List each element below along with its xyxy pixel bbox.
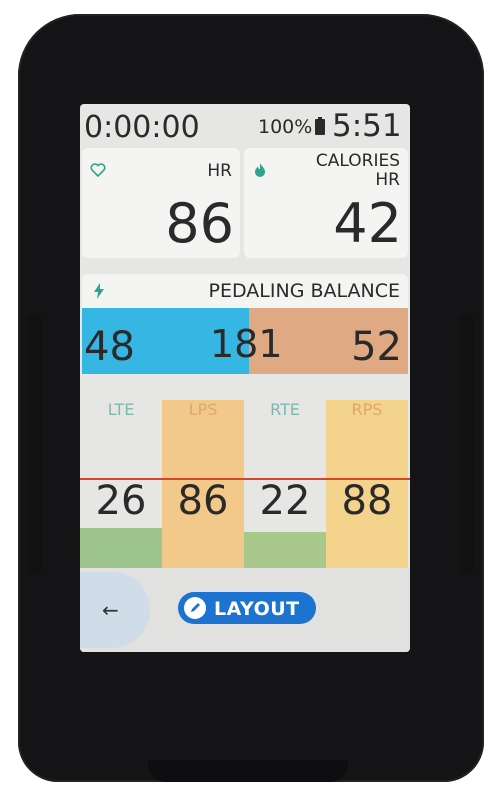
rte-value: 22 [259,478,311,524]
calories-label: CALORIES HR [316,152,400,190]
status-bar: 0:00:00 100% 5:51 [80,104,410,145]
ride-timer: 0:00:00 [84,110,200,145]
pedaling-balance-bar[interactable]: 48 181 52 [82,308,408,374]
lte-column: LTE 26 [80,400,162,568]
clock: 5:51 [332,108,402,144]
left-balance-value: 48 [84,324,135,370]
rte-label: RTE [270,400,300,419]
battery-percent: 100% [258,116,313,138]
rps-column: RPS 88 [326,400,408,568]
device-mount-tab [148,760,348,782]
pedaling-balance-title: PEDALING BALANCE [208,280,400,302]
hr-value: 86 [165,192,234,255]
pedaling-balance-header[interactable]: PEDALING BALANCE [82,274,408,308]
flame-icon [255,163,265,177]
arrow-left-icon: ← [102,598,119,622]
right-balance-value: 52 [351,324,402,370]
lps-value: 86 [177,478,229,524]
power-value: 181 [210,322,283,366]
bolt-icon [94,283,104,299]
lps-column: LPS 86 [162,400,244,568]
rte-column: RTE 22 [244,400,326,568]
lte-value: 26 [95,478,147,524]
layout-button-label: LAYOUT [214,598,300,620]
lps-label: LPS [188,400,218,419]
torque-smoothness-grid[interactable]: LTE 26 LPS 86 RTE 22 RPS 88 [80,400,410,568]
device-right-edge [460,314,474,574]
hr-label: HR [207,161,232,181]
device-screen: 0:00:00 100% 5:51 HR 86 CALORIES HR 42 P… [80,104,410,652]
back-button[interactable]: ← [80,572,150,648]
calories-field[interactable]: CALORIES HR 42 [244,148,408,258]
lte-fill [80,528,162,568]
calories-value: 42 [333,192,402,255]
target-line [80,478,410,480]
bottom-nav: ← LAYOUT [80,568,410,652]
rte-fill [244,532,326,568]
heart-icon [90,163,106,178]
layout-button[interactable]: LAYOUT [178,592,316,624]
lte-label: LTE [107,400,135,419]
calories-label-line1: CALORIES [315,151,400,171]
pencil-icon [184,597,206,619]
rps-label: RPS [351,400,383,419]
hr-field[interactable]: HR 86 [82,148,240,258]
rps-value: 88 [341,478,393,524]
calories-label-line2: HR [375,170,400,190]
device-left-edge [28,314,42,574]
battery-icon [315,117,325,135]
